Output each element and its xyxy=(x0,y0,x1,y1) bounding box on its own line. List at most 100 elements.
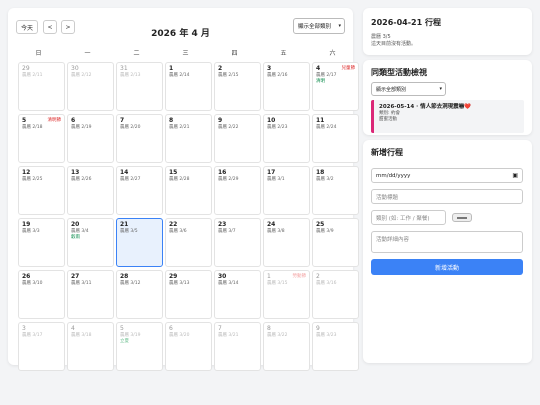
lunar-date: 農曆 3/16 xyxy=(316,281,337,286)
day-cell[interactable]: 11 農曆 2/24 xyxy=(312,114,359,163)
category-filter-select[interactable]: 顯示全部類別 ▾ xyxy=(293,18,345,34)
day-cell[interactable]: 23 農曆 3/7 xyxy=(214,218,261,267)
day-cell[interactable]: 12 農曆 2/25 xyxy=(18,166,65,215)
chevron-down-icon: ▾ xyxy=(439,86,442,92)
day-cell[interactable]: 3 農曆 3/17 xyxy=(18,322,65,371)
day-cell[interactable]: 5 農曆 2/18 清明節 xyxy=(18,114,65,163)
lunar-date: 農曆 2/29 xyxy=(218,177,239,182)
similar-events-panel: 同類型活動檢視 顯示全部類別 ▾ 2026-05-14 · 情人節去洞現震嚇❤️… xyxy=(363,60,532,135)
lunar-date: 農曆 3/12 xyxy=(120,281,141,286)
weekday-label: 二 xyxy=(133,50,140,57)
day-cell[interactable]: 30 農曆 2/12 xyxy=(67,62,114,111)
lunar-date: 農曆 2/21 xyxy=(169,125,190,130)
day-cell[interactable]: 8 農曆 3/22 xyxy=(263,322,310,371)
calendar-panel: 今天 < > 2026 年 4 月 顯示全部類別 ▾ 日一二三四五六 29 農曆 … xyxy=(8,8,359,371)
day-number: 13 xyxy=(71,169,80,176)
day-cell[interactable]: 2 農曆 3/16 xyxy=(312,270,359,319)
lunar-date: 農曆 3/1 xyxy=(267,177,285,182)
day-number: 5 xyxy=(120,325,124,332)
add-event-button[interactable]: 新增活動 xyxy=(371,259,523,275)
day-number: 31 xyxy=(120,65,128,72)
day-cell[interactable]: 26 農曆 3/10 xyxy=(18,270,65,319)
day-lunar-date: 農曆 3/5 xyxy=(371,34,391,40)
day-number: 8 xyxy=(169,117,174,124)
new-event-title: 新增行程 xyxy=(371,148,403,157)
lunar-date: 農曆 2/14 xyxy=(169,73,190,78)
day-cell[interactable]: 9 農曆 3/23 xyxy=(312,322,359,371)
day-cell[interactable]: 25 農曆 3/9 xyxy=(312,218,359,267)
day-cell[interactable]: 15 農曆 2/28 xyxy=(165,166,212,215)
similar-category-select[interactable]: 顯示全部類別 ▾ xyxy=(371,82,446,96)
similar-event-item[interactable]: 2026-05-14 · 情人節去洞現震嚇❤️ 類別: 約會 甜蜜活動 xyxy=(371,100,524,133)
event-description-textarea[interactable]: 活動詳細內容 xyxy=(371,231,523,253)
day-cell[interactable]: 1 農曆 2/14 xyxy=(165,62,212,111)
day-cell[interactable]: 19 農曆 3/3 xyxy=(18,218,65,267)
day-cell[interactable]: 6 農曆 2/19 xyxy=(67,114,114,163)
day-cell[interactable]: 27 農曆 3/11 xyxy=(67,270,114,319)
lunar-date: 農曆 3/15 xyxy=(267,281,288,286)
day-number: 4 xyxy=(71,325,75,332)
day-cell[interactable]: 4 農曆 3/18 xyxy=(67,322,114,371)
day-cell[interactable]: 7 農曆 2/20 xyxy=(116,114,163,163)
day-number: 29 xyxy=(169,273,178,280)
day-cell[interactable]: 10 農曆 2/23 xyxy=(263,114,310,163)
day-cell[interactable]: 14 農曆 2/27 xyxy=(116,166,163,215)
day-cell[interactable]: 24 農曆 3/8 xyxy=(263,218,310,267)
day-number: 9 xyxy=(316,325,320,332)
day-cell[interactable]: 17 農曆 3/1 xyxy=(263,166,310,215)
lunar-date: 農曆 2/12 xyxy=(71,73,92,78)
day-number: 10 xyxy=(267,117,276,124)
day-cell[interactable]: 6 農曆 3/20 xyxy=(165,322,212,371)
day-cell[interactable]: 30 農曆 3/14 xyxy=(214,270,261,319)
lunar-date: 農曆 2/15 xyxy=(218,73,239,78)
lunar-date: 農曆 2/25 xyxy=(22,177,43,182)
lunar-date: 農曆 2/22 xyxy=(218,125,239,130)
lunar-date: 農曆 3/10 xyxy=(22,281,43,286)
day-cell[interactable]: 20 農曆 3/4 穀雨 xyxy=(67,218,114,267)
day-cell[interactable]: 29 農曆 3/13 xyxy=(165,270,212,319)
lunar-date: 農曆 3/21 xyxy=(218,333,239,338)
weekday-label: 六 xyxy=(329,50,336,57)
day-cell[interactable]: 29 農曆 2/11 xyxy=(18,62,65,111)
day-number: 12 xyxy=(22,169,31,176)
lunar-date: 農曆 2/23 xyxy=(267,125,288,130)
day-cell[interactable]: 9 農曆 2/22 xyxy=(214,114,261,163)
lunar-date: 農曆 3/8 xyxy=(267,229,285,234)
day-cell[interactable]: 18 農曆 3/2 xyxy=(312,166,359,215)
lunar-date: 農曆 3/14 xyxy=(218,281,239,286)
day-cell[interactable]: 28 農曆 3/12 xyxy=(116,270,163,319)
event-date-input[interactable]: mm/dd/yyyy ▣ xyxy=(371,168,523,183)
day-cell[interactable]: 31 農曆 2/13 xyxy=(116,62,163,111)
day-number: 6 xyxy=(71,117,76,124)
lunar-date: 農曆 2/18 xyxy=(22,125,43,130)
day-cell[interactable]: 8 農曆 2/21 xyxy=(165,114,212,163)
chevron-down-icon: ▾ xyxy=(338,23,341,29)
day-number: 9 xyxy=(218,117,223,124)
lunar-date: 農曆 3/2 xyxy=(316,177,334,182)
day-number: 3 xyxy=(267,65,272,72)
event-category-input[interactable]: 類別 (如: 工作 / 聚餐) xyxy=(371,210,446,225)
day-cell[interactable]: 2 農曆 2/15 xyxy=(214,62,261,111)
day-cell[interactable]: 1 農曆 3/15 勞動節 xyxy=(263,270,310,319)
day-number: 27 xyxy=(71,273,80,280)
similar-category-label: 顯示全部類別 xyxy=(376,86,407,93)
lunar-date: 農曆 2/11 xyxy=(22,73,43,78)
lunar-date: 農曆 3/13 xyxy=(169,281,190,286)
day-cell[interactable]: 3 農曆 2/16 xyxy=(263,62,310,111)
day-cell[interactable]: 4 農曆 2/17 清明 兒童節 xyxy=(312,62,359,111)
day-number: 6 xyxy=(169,325,173,332)
day-number: 14 xyxy=(120,169,129,176)
day-cell[interactable]: 5 農曆 3/19 立夏 xyxy=(116,322,163,371)
day-cell[interactable]: 16 農曆 2/29 xyxy=(214,166,261,215)
day-number: 11 xyxy=(316,117,325,124)
calendar-grid: 29 農曆 2/11 30 農曆 2/12 31 農曆 2/13 1 農曆 2/14 2 農曆 2… xyxy=(18,62,359,371)
color-picker[interactable] xyxy=(452,213,472,222)
day-cell-selected[interactable]: 21 農曆 3/5 xyxy=(116,218,163,267)
event-title-input[interactable]: 活動標題 xyxy=(371,189,523,204)
day-cell[interactable]: 7 農曆 3/21 xyxy=(214,322,261,371)
day-cell[interactable]: 22 農曆 3/6 xyxy=(165,218,212,267)
lunar-date: 農曆 2/27 xyxy=(120,177,141,182)
day-number: 3 xyxy=(22,325,26,332)
lunar-date: 農曆 3/5 xyxy=(120,229,138,234)
day-cell[interactable]: 13 農曆 2/26 xyxy=(67,166,114,215)
